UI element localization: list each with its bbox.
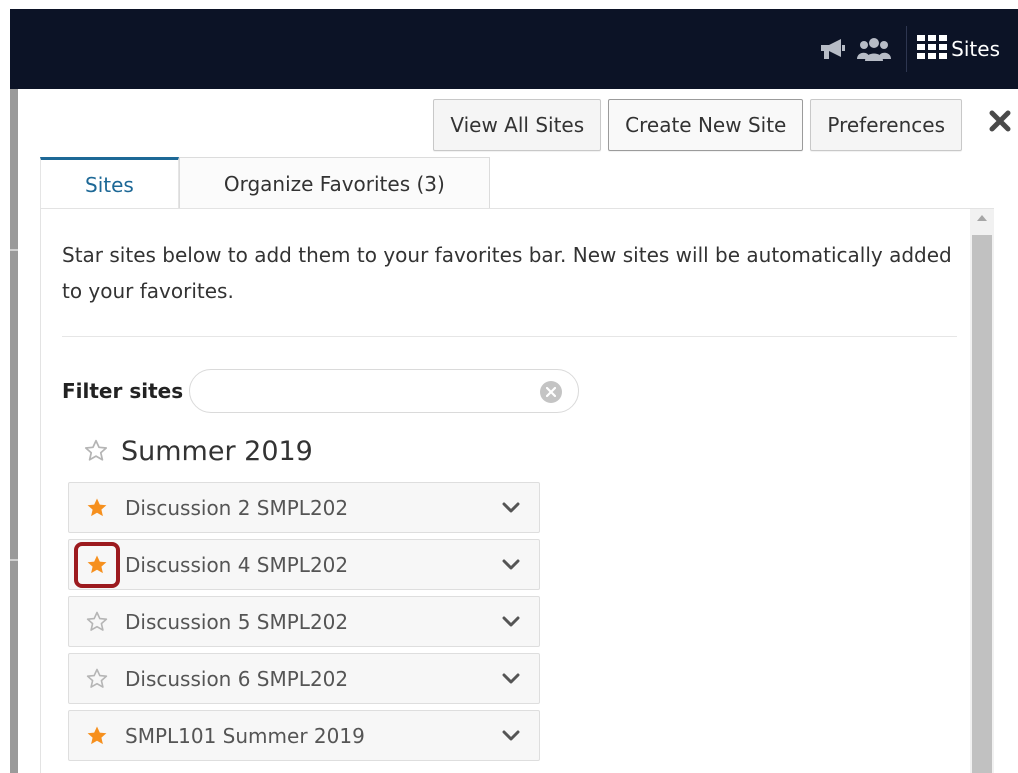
site-list: Discussion 2 SMPL202 Discussion 4 SMPL20… — [68, 482, 540, 767]
megaphone-icon[interactable] — [814, 31, 850, 67]
top-navigation-bar: Sites — [10, 9, 1018, 89]
star-filled-icon[interactable] — [79, 490, 115, 526]
clear-icon[interactable] — [540, 381, 563, 403]
term-title: Summer 2019 — [121, 435, 313, 467]
tab-organize-favorites[interactable]: Organize Favorites (3) — [178, 157, 490, 209]
sites-menu-label: Sites — [951, 37, 1000, 61]
drawer-toolbar: View All Sites Create New Site Preferenc… — [433, 99, 962, 151]
filter-sites-input[interactable] — [190, 370, 579, 412]
site-label: SMPL101 Summer 2019 — [125, 723, 365, 748]
drawer-tabs: Sites Organize Favorites (3) — [40, 157, 490, 209]
term-header: Summer 2019 — [83, 431, 313, 471]
chevron-down-icon[interactable] — [499, 724, 523, 748]
sites-menu-button[interactable]: Sites — [917, 9, 1018, 89]
grid-icon — [917, 35, 948, 63]
view-all-sites-button[interactable]: View All Sites — [433, 99, 602, 151]
star-outline-icon[interactable] — [83, 438, 109, 464]
sites-drawer: View All Sites Create New Site Preferenc… — [18, 89, 1018, 773]
chevron-down-icon[interactable] — [499, 553, 523, 577]
section-divider — [62, 336, 957, 337]
create-new-site-button[interactable]: Create New Site — [608, 99, 804, 151]
intro-text: Star sites below to add them to your fav… — [62, 243, 952, 303]
sites-tab-content: Star sites below to add them to your fav… — [40, 209, 974, 773]
scrollbar-thumb[interactable] — [972, 235, 992, 773]
site-label: Discussion 5 SMPL202 — [125, 609, 349, 634]
site-list-item[interactable]: Discussion 2 SMPL202 — [68, 482, 540, 533]
site-list-item[interactable]: Discussion 5 SMPL202 — [68, 596, 540, 647]
topbar-divider — [906, 26, 908, 72]
site-list-item[interactable]: Discussion 4 SMPL202 — [68, 539, 540, 590]
users-icon[interactable] — [856, 31, 892, 67]
background-divider — [10, 249, 18, 251]
chevron-down-icon[interactable] — [499, 667, 523, 691]
site-label: Discussion 4 SMPL202 — [125, 552, 349, 577]
filter-field — [189, 369, 580, 413]
scrollbar[interactable] — [970, 209, 994, 773]
background-divider — [10, 559, 18, 561]
star-filled-icon[interactable] — [74, 541, 120, 588]
star-outline-icon[interactable] — [79, 604, 115, 640]
site-list-item[interactable]: Discussion 6 SMPL202 — [68, 653, 540, 704]
filter-row: Filter sites — [62, 369, 580, 413]
top-icons: Sites — [814, 9, 1018, 89]
chevron-down-icon[interactable] — [499, 496, 523, 520]
site-label: Discussion 6 SMPL202 — [125, 666, 349, 691]
preferences-button[interactable]: Preferences — [810, 99, 962, 151]
close-icon[interactable] — [986, 107, 1014, 135]
star-filled-icon[interactable] — [79, 718, 115, 754]
background-page-overlay — [10, 89, 18, 773]
chevron-down-icon[interactable] — [499, 610, 523, 634]
star-outline-icon[interactable] — [79, 661, 115, 697]
tab-sites[interactable]: Sites — [40, 157, 179, 209]
scroll-up-arrow-icon[interactable] — [977, 215, 987, 221]
filter-label: Filter sites — [62, 379, 184, 403]
site-label: Discussion 2 SMPL202 — [125, 495, 349, 520]
site-list-item[interactable]: SMPL101 Summer 2019 — [68, 710, 540, 761]
